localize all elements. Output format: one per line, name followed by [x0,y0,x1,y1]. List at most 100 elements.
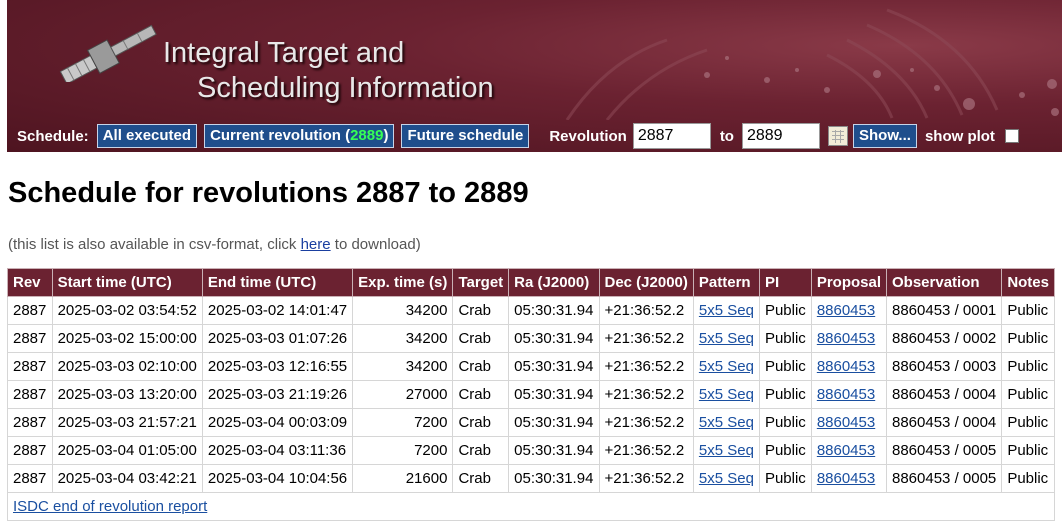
cell-target: Crab [452,464,510,493]
cell-rev: 2887 [7,464,53,493]
proposal-link[interactable]: 8860453 [817,330,875,347]
show-plot-checkbox[interactable] [1004,129,1019,143]
end-of-revolution-report-link[interactable]: ISDC end of revolution report [13,498,207,515]
proposal-link[interactable]: 8860453 [817,386,875,403]
col-header-proposal: Proposal [810,268,888,297]
cell-exp-time: 27000 [352,380,454,409]
pattern-link[interactable]: 5x5 Seq [699,302,754,319]
col-header-start-time: Start time (UTC) [51,268,203,297]
current-revolution-prefix: Current revolution ( [210,127,351,144]
control-bar: Schedule: All executed Current revolutio… [7,120,1062,152]
col-header-pi: PI [758,268,812,297]
pattern-link[interactable]: 5x5 Seq [699,442,754,459]
pattern-link[interactable]: 5x5 Seq [699,386,754,403]
cell-end-time: 2025-03-03 21:19:26 [201,380,354,409]
cell-observation: 8860453 / 0004 [885,408,1003,437]
table-row: 2887 2025-03-04 01:05:00 2025-03-04 03:11:… [7,436,1055,465]
col-header-exp-time: Exp. time (s) [352,268,454,297]
cell-rev: 2887 [7,352,53,381]
schedule-table-body: 2887 2025-03-02 03:54:52 2025-03-02 14:01:… [7,296,1055,493]
table-row: 2887 2025-03-03 13:20:00 2025-03-03 21:19:… [7,380,1055,409]
cell-observation: 8860453 / 0004 [885,380,1003,409]
csv-download-note: (this list is also available in csv-form… [8,236,421,253]
cell-end-time: 2025-03-04 03:11:36 [201,436,354,465]
pattern-link[interactable]: 5x5 Seq [699,414,754,431]
csv-prefix: (this list is also available in csv-form… [8,236,301,253]
cell-target: Crab [452,352,510,381]
page-title: Schedule for revolutions 2887 to 2889 [8,177,529,209]
cell-target: Crab [452,296,510,325]
pattern-link[interactable]: 5x5 Seq [699,358,754,375]
cell-end-time: 2025-03-04 10:04:56 [201,464,354,493]
revolution-label: Revolution [549,127,627,145]
all-executed-button[interactable]: All executed [96,124,198,148]
pattern-link[interactable]: 5x5 Seq [699,470,754,487]
cell-proposal: 8860453 [810,352,888,381]
cell-observation: 8860453 / 0002 [885,324,1003,353]
cell-rev: 2887 [7,324,53,353]
cell-pattern: 5x5 Seq [692,352,760,381]
cell-pattern: 5x5 Seq [692,436,760,465]
table-row: 2887 2025-03-04 03:42:21 2025-03-04 10:04:… [7,464,1055,493]
cell-pi: Public [758,436,812,465]
cell-observation: 8860453 / 0003 [885,352,1003,381]
proposal-link[interactable]: 8860453 [817,414,875,431]
revolution-to-input[interactable] [741,123,820,149]
cell-observation: 8860453 / 0001 [885,296,1003,325]
cell-start-time: 2025-03-04 03:42:21 [51,464,203,493]
cell-exp-time: 7200 [352,436,454,465]
future-schedule-button[interactable]: Future schedule [401,124,530,148]
cell-exp-time: 7200 [352,408,454,437]
csv-download-link[interactable]: here [301,236,331,253]
show-plot-label: show plot [924,127,995,145]
satellite-icon [59,24,157,82]
cell-dec: +21:36:52.2 [598,436,694,465]
cell-notes: Public [1001,324,1055,353]
cell-ra: 05:30:31.94 [508,380,600,409]
col-header-dec: Dec (J2000) [598,268,694,297]
cell-exp-time: 21600 [352,464,454,493]
table-row: 2887 2025-03-03 02:10:00 2025-03-03 12:16:… [7,352,1055,381]
cell-proposal: 8860453 [810,380,888,409]
cell-start-time: 2025-03-04 01:05:00 [51,436,203,465]
cell-target: Crab [452,436,510,465]
cell-ra: 05:30:31.94 [508,436,600,465]
proposal-link[interactable]: 8860453 [817,302,875,319]
table-row: 2887 2025-03-03 21:57:21 2025-03-04 00:03:… [7,408,1055,437]
cell-notes: Public [1001,380,1055,409]
cell-rev: 2887 [7,408,53,437]
cell-dec: +21:36:52.2 [598,408,694,437]
cell-ra: 05:30:31.94 [508,296,600,325]
cell-pattern: 5x5 Seq [692,296,760,325]
proposal-link[interactable]: 8860453 [817,470,875,487]
cell-notes: Public [1001,464,1055,493]
current-revolution-button[interactable]: Current revolution (2889) [204,124,395,148]
table-footer-cell: ISDC end of revolution report [7,492,1055,521]
cell-start-time: 2025-03-03 02:10:00 [51,352,203,381]
show-button[interactable]: Show... [852,124,917,148]
cell-pi: Public [758,464,812,493]
cell-exp-time: 34200 [352,324,454,353]
cell-proposal: 8860453 [810,324,888,353]
col-header-rev: Rev [7,268,53,297]
cell-proposal: 8860453 [810,408,888,437]
cell-dec: +21:36:52.2 [598,464,694,493]
current-revolution-suffix: ) [383,127,389,144]
cell-rev: 2887 [7,380,53,409]
proposal-link[interactable]: 8860453 [817,442,875,459]
pattern-link[interactable]: 5x5 Seq [699,330,754,347]
cell-pattern: 5x5 Seq [692,324,760,353]
cell-pi: Public [758,324,812,353]
site-title-line2: Scheduling Information [197,72,494,104]
cell-proposal: 8860453 [810,436,888,465]
csv-suffix: to download) [330,236,421,253]
cell-dec: +21:36:52.2 [598,380,694,409]
table-footer-row: ISDC end of revolution report [7,492,1055,521]
cell-notes: Public [1001,352,1055,381]
proposal-link[interactable]: 8860453 [817,358,875,375]
cell-start-time: 2025-03-03 13:20:00 [51,380,203,409]
cell-ra: 05:30:31.94 [508,408,600,437]
calendar-icon[interactable] [827,126,848,146]
revolution-from-input[interactable] [632,123,711,149]
schedule-table: Rev Start time (UTC) End time (UTC) Exp.… [7,268,1055,521]
